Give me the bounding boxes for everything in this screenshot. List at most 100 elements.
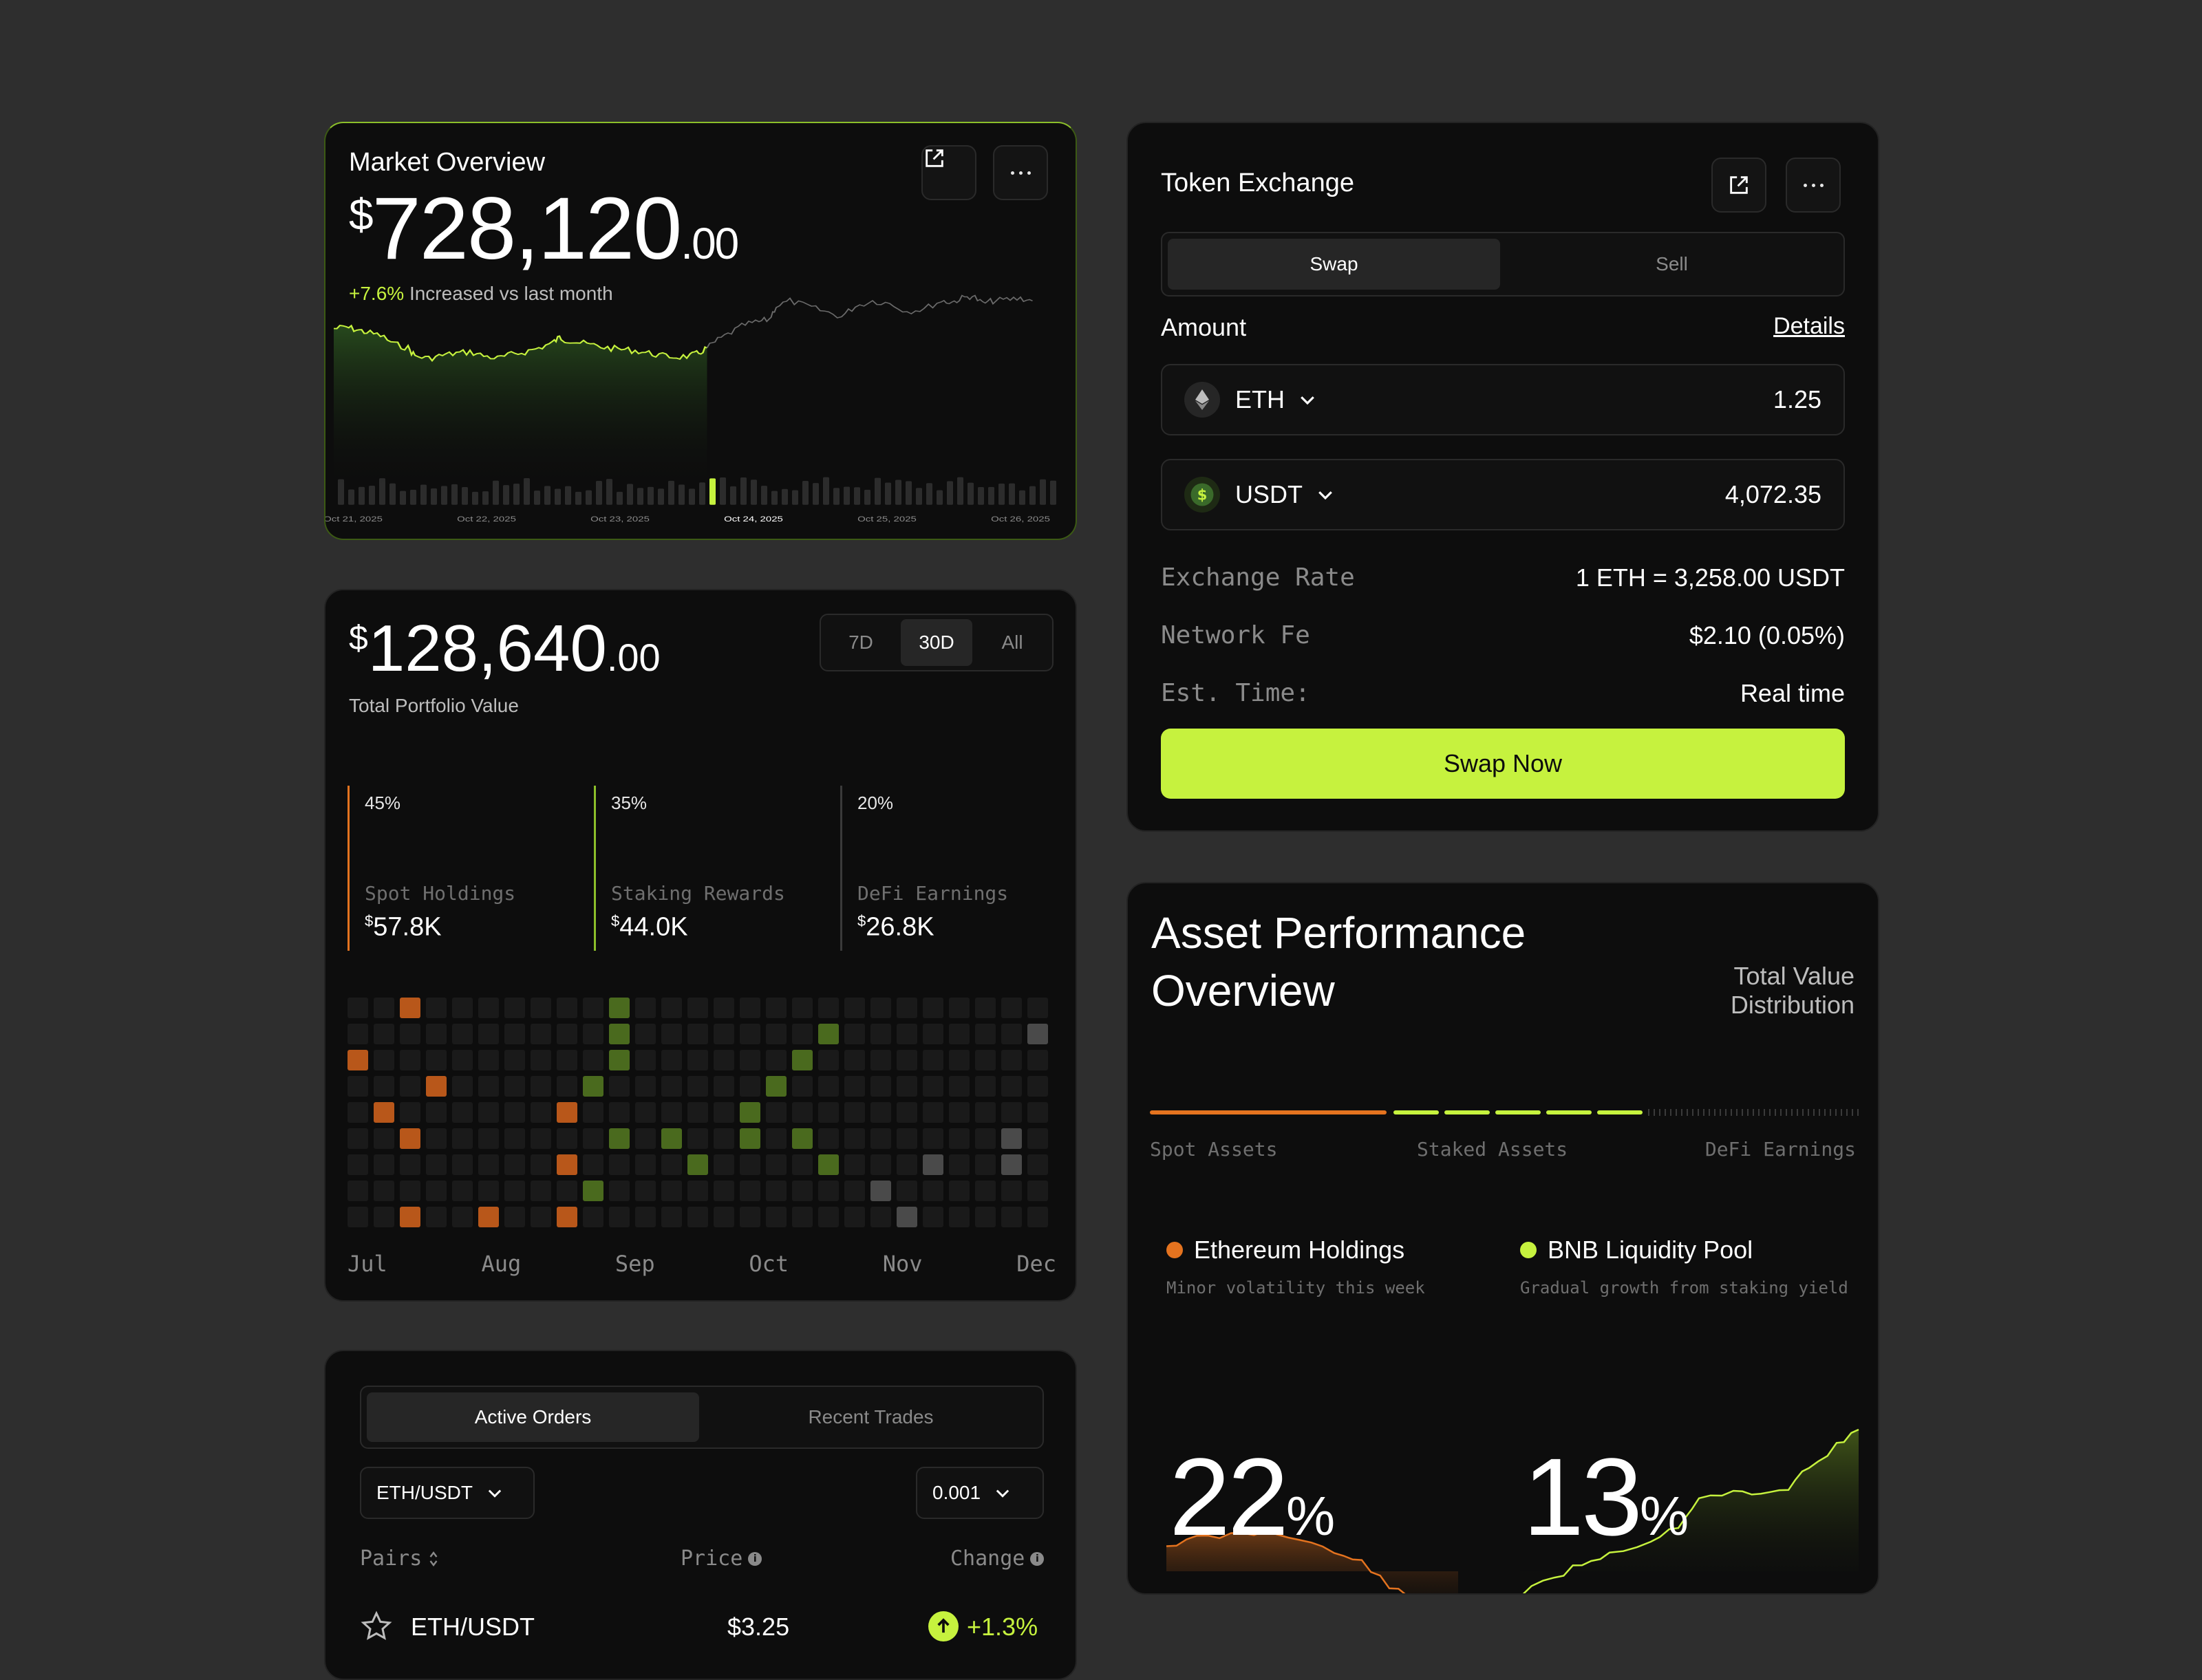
heatmap-cell [975, 1076, 996, 1097]
heatmap-cell [870, 1050, 891, 1070]
range-30d[interactable]: 30D [901, 619, 972, 666]
heatmap-cell [870, 1128, 891, 1149]
info-icon: i [1030, 1551, 1045, 1566]
heatmap-cell [844, 1102, 865, 1123]
market-change: +7.6% Increased vs last month [349, 283, 613, 304]
volume-bar [751, 480, 757, 505]
row-change: +1.3% [967, 1613, 1038, 1641]
range-7d[interactable]: 7D [825, 619, 897, 666]
volume-bar [813, 483, 819, 505]
heatmap-cell [870, 998, 891, 1018]
table-row[interactable]: ETH/USDT $3.25 +1.3% [360, 1607, 1044, 1648]
heatmap-cell [478, 1128, 499, 1149]
volume-bar [1019, 490, 1025, 505]
heatmap-cell [870, 1024, 891, 1044]
chevron-down-icon[interactable] [1315, 484, 1336, 505]
heatmap-cell [949, 1207, 970, 1227]
volume-bar [720, 477, 726, 505]
tab-swap[interactable]: Swap [1168, 239, 1500, 290]
heatmap-cell [818, 1050, 839, 1070]
heatmap-cell [923, 1076, 943, 1097]
date-label: Oct 22, 2025 [457, 515, 516, 524]
heatmap-cell [531, 1050, 551, 1070]
orders-tabs: Active Orders Recent Trades [360, 1386, 1044, 1449]
heatmap-cell [609, 1181, 630, 1201]
from-token-row[interactable]: ETH 1.25 [1161, 364, 1845, 435]
from-amount-input[interactable]: 1.25 [1773, 385, 1821, 414]
chevron-down-icon[interactable] [1297, 389, 1318, 410]
heatmap-cell [426, 1181, 447, 1201]
heatmap-cell [1027, 998, 1048, 1018]
heatmap-cell [740, 998, 760, 1018]
volume-bar [534, 491, 540, 505]
heatmap-cell [609, 1050, 630, 1070]
heatmap-cell [1001, 1076, 1022, 1097]
volume-bar [978, 486, 984, 505]
volume-bar [482, 491, 489, 505]
heatmap-cell [687, 1050, 708, 1070]
heatmap-cell [661, 1102, 682, 1123]
col-pairs[interactable]: Pairs [360, 1547, 440, 1571]
heatmap-cell [844, 1050, 865, 1070]
heatmap-cell [635, 1181, 656, 1201]
heatmap-cell [714, 1207, 734, 1227]
heatmap-cell [348, 1076, 368, 1097]
heatmap-cell [923, 1102, 943, 1123]
heatmap-cell [792, 1181, 813, 1201]
info-icon: i [748, 1551, 762, 1566]
heatmap-cell [818, 1154, 839, 1175]
heatmap-cell [583, 1050, 603, 1070]
dollar-icon: $ [1184, 477, 1220, 513]
heatmap-cell [714, 1154, 734, 1175]
heatmap-cell [975, 1102, 996, 1123]
pair-select[interactable]: ETH/USDT [360, 1467, 535, 1519]
heatmap-cell [374, 1154, 394, 1175]
volume-bar [844, 486, 850, 505]
heatmap-cell [1027, 1154, 1048, 1175]
heatmap-cell [687, 998, 708, 1018]
heatmap-cell [870, 1076, 891, 1097]
more-button[interactable] [993, 145, 1048, 200]
external-link-button[interactable] [1711, 158, 1766, 213]
heatmap-cell [452, 1128, 473, 1149]
heatmap-cell [975, 1207, 996, 1227]
range-all[interactable]: All [976, 619, 1048, 666]
volume-bar [782, 488, 788, 505]
heatmap-cell [1001, 1050, 1022, 1070]
volume-bar [926, 483, 932, 505]
external-link-button[interactable] [921, 145, 976, 200]
swap-now-button[interactable]: Swap Now [1161, 729, 1845, 799]
volume-bar [906, 481, 912, 505]
heatmap-cell [870, 1154, 891, 1175]
volume-bar [740, 477, 747, 505]
heatmap-cell [687, 1128, 708, 1149]
heatmap-cell [687, 1102, 708, 1123]
tab-recent-trades[interactable]: Recent Trades [705, 1392, 1037, 1442]
col-price: Price i [681, 1547, 762, 1571]
heatmap-cell [949, 1181, 970, 1201]
to-token-row[interactable]: $ USDT 4,072.35 [1161, 459, 1845, 530]
heatmap-cell [400, 1181, 420, 1201]
heatmap-cell [531, 1154, 551, 1175]
heatmap-cell [504, 1024, 525, 1044]
heatmap-cell [740, 1050, 760, 1070]
heatmap-cell [400, 1076, 420, 1097]
more-button[interactable] [1786, 158, 1841, 213]
stat-staking: 35% Staking Rewards $44.0K [594, 786, 785, 951]
exchange-tabs: Swap Sell [1161, 232, 1845, 297]
step-select[interactable]: 0.001 [916, 1467, 1044, 1519]
star-icon[interactable] [360, 1610, 393, 1643]
tab-sell[interactable]: Sell [1506, 239, 1838, 290]
tab-active-orders[interactable]: Active Orders [367, 1392, 699, 1442]
to-amount-value: 4,072.35 [1724, 480, 1821, 508]
volume-bar [410, 489, 416, 505]
heatmap-cell [661, 1076, 682, 1097]
heatmap-cell [478, 998, 499, 1018]
heatmap-cell [923, 1154, 943, 1175]
heatmap-cell [897, 1102, 917, 1123]
heatmap-cell [792, 1024, 813, 1044]
details-link[interactable]: Details [1773, 313, 1845, 340]
heatmap-cell [818, 998, 839, 1018]
ethereum-icon [1184, 382, 1220, 418]
heatmap-cell [923, 1207, 943, 1227]
